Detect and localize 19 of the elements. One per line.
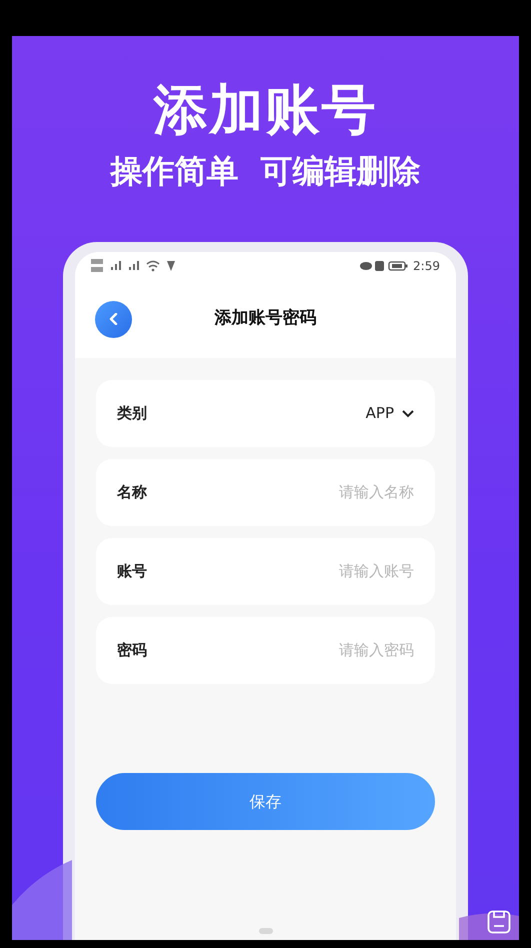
field-label: 类别 xyxy=(117,403,147,424)
category-select[interactable]: 类别 APP xyxy=(96,380,435,447)
status-time: 2:59 xyxy=(413,258,440,275)
status-icons xyxy=(360,260,408,272)
home-indicator xyxy=(258,928,272,934)
page-title: 添加账号密码 xyxy=(214,307,318,330)
field-label: 账号 xyxy=(117,561,147,582)
chevron-down-icon xyxy=(402,410,414,418)
field-label: 名称 xyxy=(117,482,147,504)
input-field[interactable]: 请输入账号 xyxy=(264,560,414,583)
tagline: 操作简单 可编辑删除 xyxy=(110,151,421,192)
back-button[interactable] xyxy=(95,300,132,338)
input-field[interactable]: 请输入密码 xyxy=(264,639,414,662)
field-label: 密码 xyxy=(117,640,147,662)
select-value: APP xyxy=(366,403,394,424)
back-icon xyxy=(108,313,118,325)
headline: 添加账号 xyxy=(154,77,378,143)
input-field[interactable]: 请输入名称 xyxy=(264,481,414,504)
save-icon[interactable] xyxy=(487,910,511,934)
